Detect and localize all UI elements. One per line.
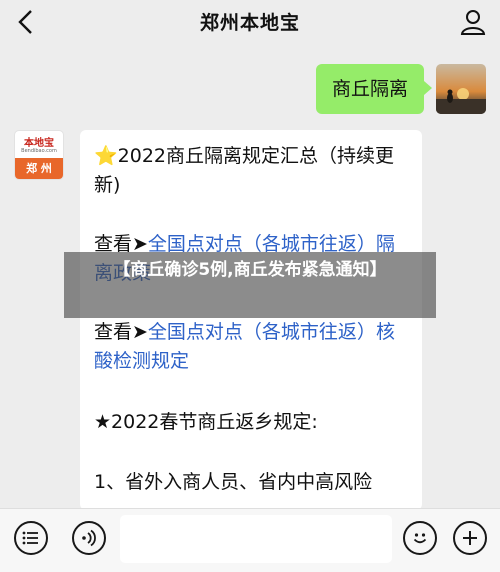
outgoing-message-bubble[interactable]: 商丘隔离: [315, 64, 433, 114]
avatar-brand: 本地宝: [24, 138, 54, 149]
voice-button[interactable]: [72, 521, 106, 555]
incoming-message-bubble[interactable]: ⭐2022商丘隔离规定汇总（持续更新) 查看➤全国点对点（各城市往返）隔离政策 …: [80, 130, 422, 510]
rule-item-1: 1、省外入商人员、省内中高风险: [94, 471, 373, 493]
outgoing-message-row: 商丘隔离: [315, 64, 486, 114]
star-icon: ⭐: [94, 145, 118, 167]
avatar-city: 郑 州: [15, 158, 63, 179]
smiley-icon: [413, 533, 427, 544]
person-icon: [460, 10, 486, 35]
view-prefix: 查看➤: [94, 321, 148, 343]
headline-overlay: 【商丘确诊5例,商丘发布紧急通知】: [64, 252, 436, 318]
avatar-url: Bendibao.com: [21, 148, 57, 154]
bendibao-avatar[interactable]: 本地宝 Bendibao.com 郑 州: [14, 130, 64, 180]
plus-icon: [463, 531, 477, 545]
menu-button[interactable]: [14, 521, 48, 555]
plus-button[interactable]: [453, 521, 487, 555]
voice-icon: [82, 529, 96, 547]
sunset-avatar-image: [436, 64, 486, 114]
user-avatar[interactable]: [436, 64, 486, 114]
profile-button[interactable]: [456, 5, 490, 39]
emoji-button[interactable]: [403, 521, 437, 555]
input-bar: [0, 508, 500, 572]
message-title-line: ⭐2022商丘隔离规定汇总（持续更新): [94, 142, 408, 200]
spring-festival-rule-line: ★2022春节商丘返乡规定:: [94, 411, 318, 433]
message-input[interactable]: [120, 515, 392, 563]
top-bar: 郑州本地宝: [0, 0, 500, 44]
nucleic-test-link[interactable]: 全国点对点（各城市往返）: [148, 321, 376, 343]
message-title: 2022商丘隔离规定汇总（持续更新): [94, 145, 395, 196]
headline-text: 【商丘确诊5例,商丘发布紧急通知】: [113, 260, 387, 280]
page-title: 郑州本地宝: [199, 12, 300, 34]
message-link-line-2: 查看➤全国点对点（各城市往返）核酸检测规定: [94, 318, 408, 376]
menu-list-icon: [22, 531, 38, 545]
